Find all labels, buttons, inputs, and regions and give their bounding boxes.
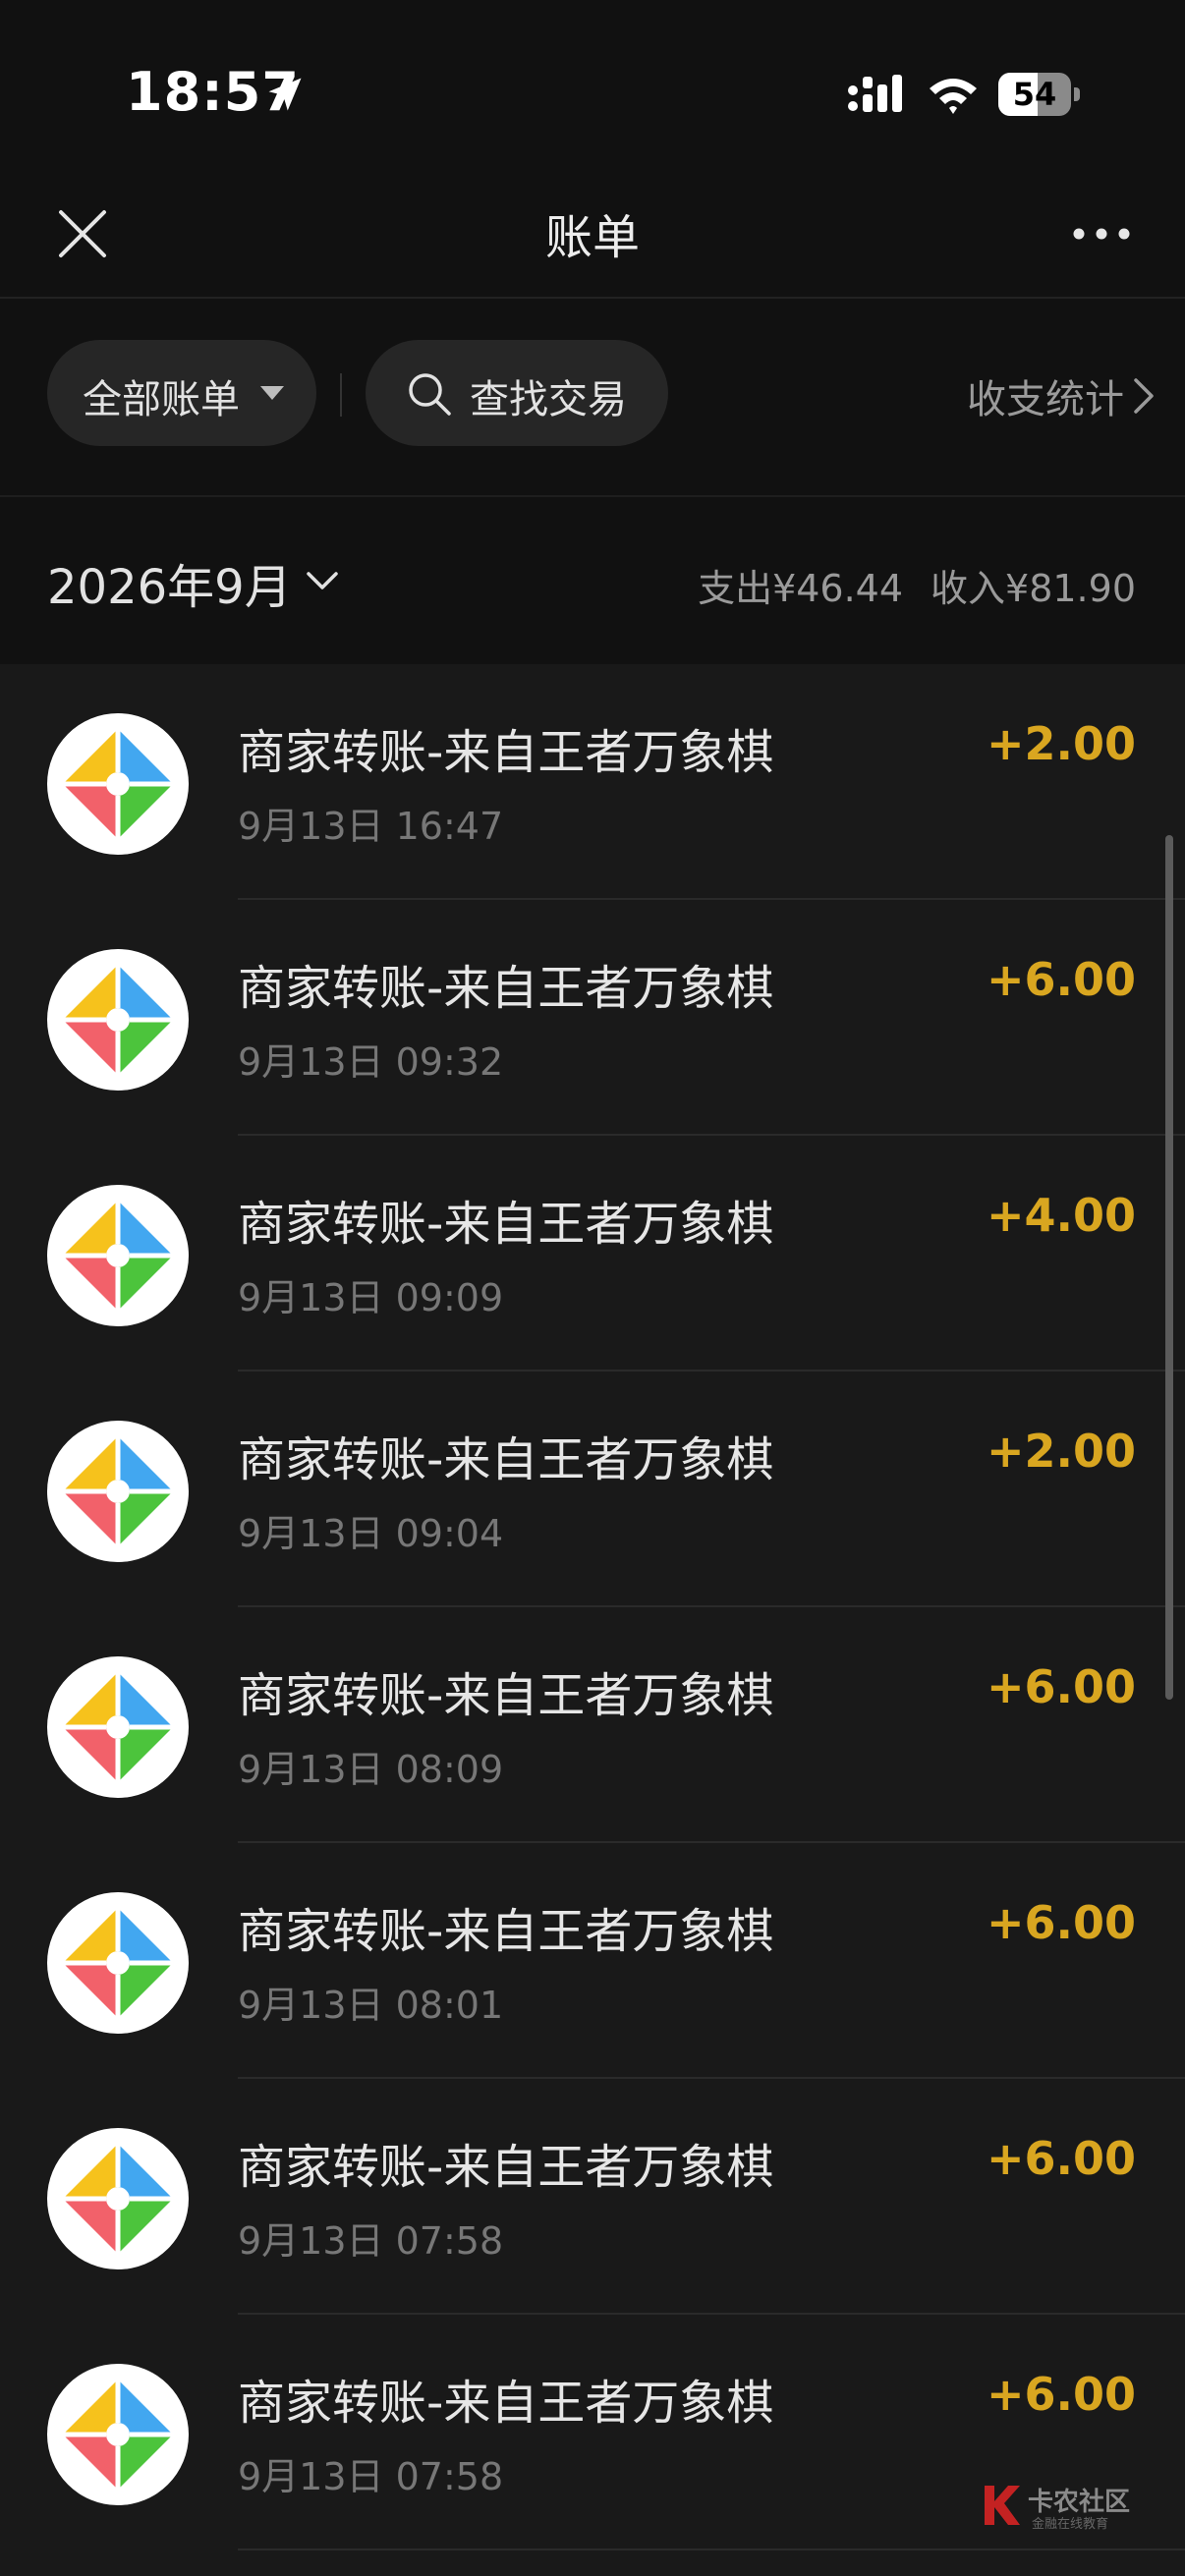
status-bar: 18:57 54: [0, 0, 1185, 177]
transaction-amount: +6.00: [986, 2132, 1136, 2185]
transaction-amount: +4.00: [986, 1189, 1136, 1242]
transaction-time: 9月13日 08:01: [238, 1984, 504, 2027]
nav-bar: 账单: [0, 177, 1185, 299]
watermark-tagline: 金融在线教育: [1032, 2517, 1109, 2532]
search-icon: [409, 373, 451, 416]
more-options-icon[interactable]: [1071, 220, 1132, 248]
transaction-title: 商家转账-来自王者万象棋: [238, 2140, 774, 2195]
watermark-k-icon: [985, 2486, 1020, 2525]
transaction-list[interactable]: 商家转账-来自王者万象棋 9月13日 16:47 +2.00 商家转账-来自王者…: [0, 664, 1185, 2576]
transaction-time: 9月13日 07:58: [238, 2455, 504, 2498]
filter-divider: [340, 373, 342, 417]
transaction-time: 9月13日 08:09: [238, 1748, 504, 1791]
transaction-amount: +6.00: [986, 2368, 1136, 2421]
transaction-amount: +6.00: [986, 1660, 1136, 1713]
cellular-signal-icon: [848, 75, 902, 112]
merchant-logo-icon: [63, 2380, 173, 2490]
merchant-avatar: [47, 1656, 189, 1798]
merchant-avatar: [47, 949, 189, 1091]
page-title: 账单: [544, 210, 640, 265]
month-summary-bar: 2026年9月 支出¥46.44 收入¥81.90: [0, 495, 1185, 664]
merchant-avatar: [47, 1185, 189, 1326]
battery-percent: 54: [1012, 76, 1057, 113]
transaction-row[interactable]: 商家转账-来自王者万象棋 9月13日 09:09 +4.00: [0, 1136, 1185, 1372]
stats-label: 收支统计: [967, 377, 1124, 422]
merchant-logo-icon: [63, 729, 173, 839]
transaction-amount: +6.00: [986, 953, 1136, 1006]
search-transactions-button[interactable]: 查找交易: [366, 340, 668, 446]
month-expense: 支出¥46.44: [698, 567, 904, 610]
scrollbar[interactable]: [1165, 835, 1173, 1700]
transaction-row[interactable]: 商家转账-来自王者万象棋 9月13日 08:01 +6.00: [0, 1843, 1185, 2079]
all-bills-filter-button[interactable]: 全部账单: [47, 340, 316, 446]
merchant-logo-icon: [63, 965, 173, 1075]
transaction-time: 9月13日 09:09: [238, 1276, 504, 1319]
merchant-avatar: [47, 713, 189, 855]
caret-down-icon: [260, 386, 284, 400]
transaction-time: 9月13日 09:04: [238, 1512, 504, 1555]
transaction-row[interactable]: 商家转账-来自王者万象棋 9月13日 08:09 +6.00: [0, 1607, 1185, 1843]
battery-cap: [1074, 87, 1080, 101]
location-arrow-icon: [268, 78, 302, 111]
chevron-right-icon: [1134, 378, 1154, 414]
transaction-title: 商家转账-来自王者万象棋: [238, 2376, 774, 2431]
month-selector[interactable]: 2026年9月: [47, 548, 292, 617]
battery-indicator: 54: [998, 73, 1080, 116]
all-bills-label: 全部账单: [83, 377, 240, 422]
filter-bar: 全部账单 查找交易 收支统计: [0, 299, 1185, 495]
transaction-amount: +6.00: [986, 1896, 1136, 1949]
row-divider: [238, 2548, 1185, 2550]
merchant-avatar: [47, 2128, 189, 2269]
transaction-title: 商家转账-来自王者万象棋: [238, 1197, 774, 1252]
merchant-logo-icon: [63, 1436, 173, 1546]
chevron-down-icon[interactable]: [305, 570, 340, 593]
search-label: 查找交易: [470, 377, 627, 422]
transaction-amount: +2.00: [986, 1425, 1136, 1478]
transaction-row[interactable]: 商家转账-来自王者万象棋 9月13日 07:58 +6.00: [0, 2079, 1185, 2315]
income-expense-stats-link[interactable]: 收支统计: [967, 367, 1156, 426]
month-income: 收入¥81.90: [931, 567, 1136, 610]
transaction-title: 商家转账-来自王者万象棋: [238, 1668, 774, 1723]
merchant-logo-icon: [63, 1201, 173, 1311]
transaction-time: 9月13日 16:47: [238, 805, 504, 848]
wifi-icon: [930, 79, 977, 114]
month-totals: 支出¥46.44 收入¥81.90: [698, 558, 1136, 612]
transaction-row[interactable]: 商家转账-来自王者万象棋 9月13日 16:47 +2.00: [0, 664, 1185, 900]
transaction-amount: +2.00: [986, 717, 1136, 770]
transaction-row[interactable]: 商家转账-来自王者万象棋 9月13日 09:04 +2.00: [0, 1372, 1185, 1607]
merchant-logo-icon: [63, 1672, 173, 1782]
transaction-title: 商家转账-来自王者万象棋: [238, 1904, 774, 1959]
transaction-row[interactable]: 商家转账-来自王者万象棋 9月13日 09:32 +6.00: [0, 900, 1185, 1136]
merchant-logo-icon: [63, 2144, 173, 2254]
merchant-avatar: [47, 2364, 189, 2505]
transaction-title: 商家转账-来自王者万象棋: [238, 961, 774, 1016]
merchant-logo-icon: [63, 1908, 173, 2018]
merchant-avatar: [47, 1421, 189, 1562]
transaction-title: 商家转账-来自王者万象棋: [238, 1432, 774, 1487]
watermark-logo: 卡农社区 金融在线教育: [981, 2482, 1167, 2537]
transaction-time: 9月13日 07:58: [238, 2219, 504, 2263]
battery-body: 54: [998, 73, 1071, 116]
transaction-time: 9月13日 09:32: [238, 1040, 504, 1084]
merchant-avatar: [47, 1892, 189, 2034]
transaction-title: 商家转账-来自王者万象棋: [238, 725, 774, 780]
